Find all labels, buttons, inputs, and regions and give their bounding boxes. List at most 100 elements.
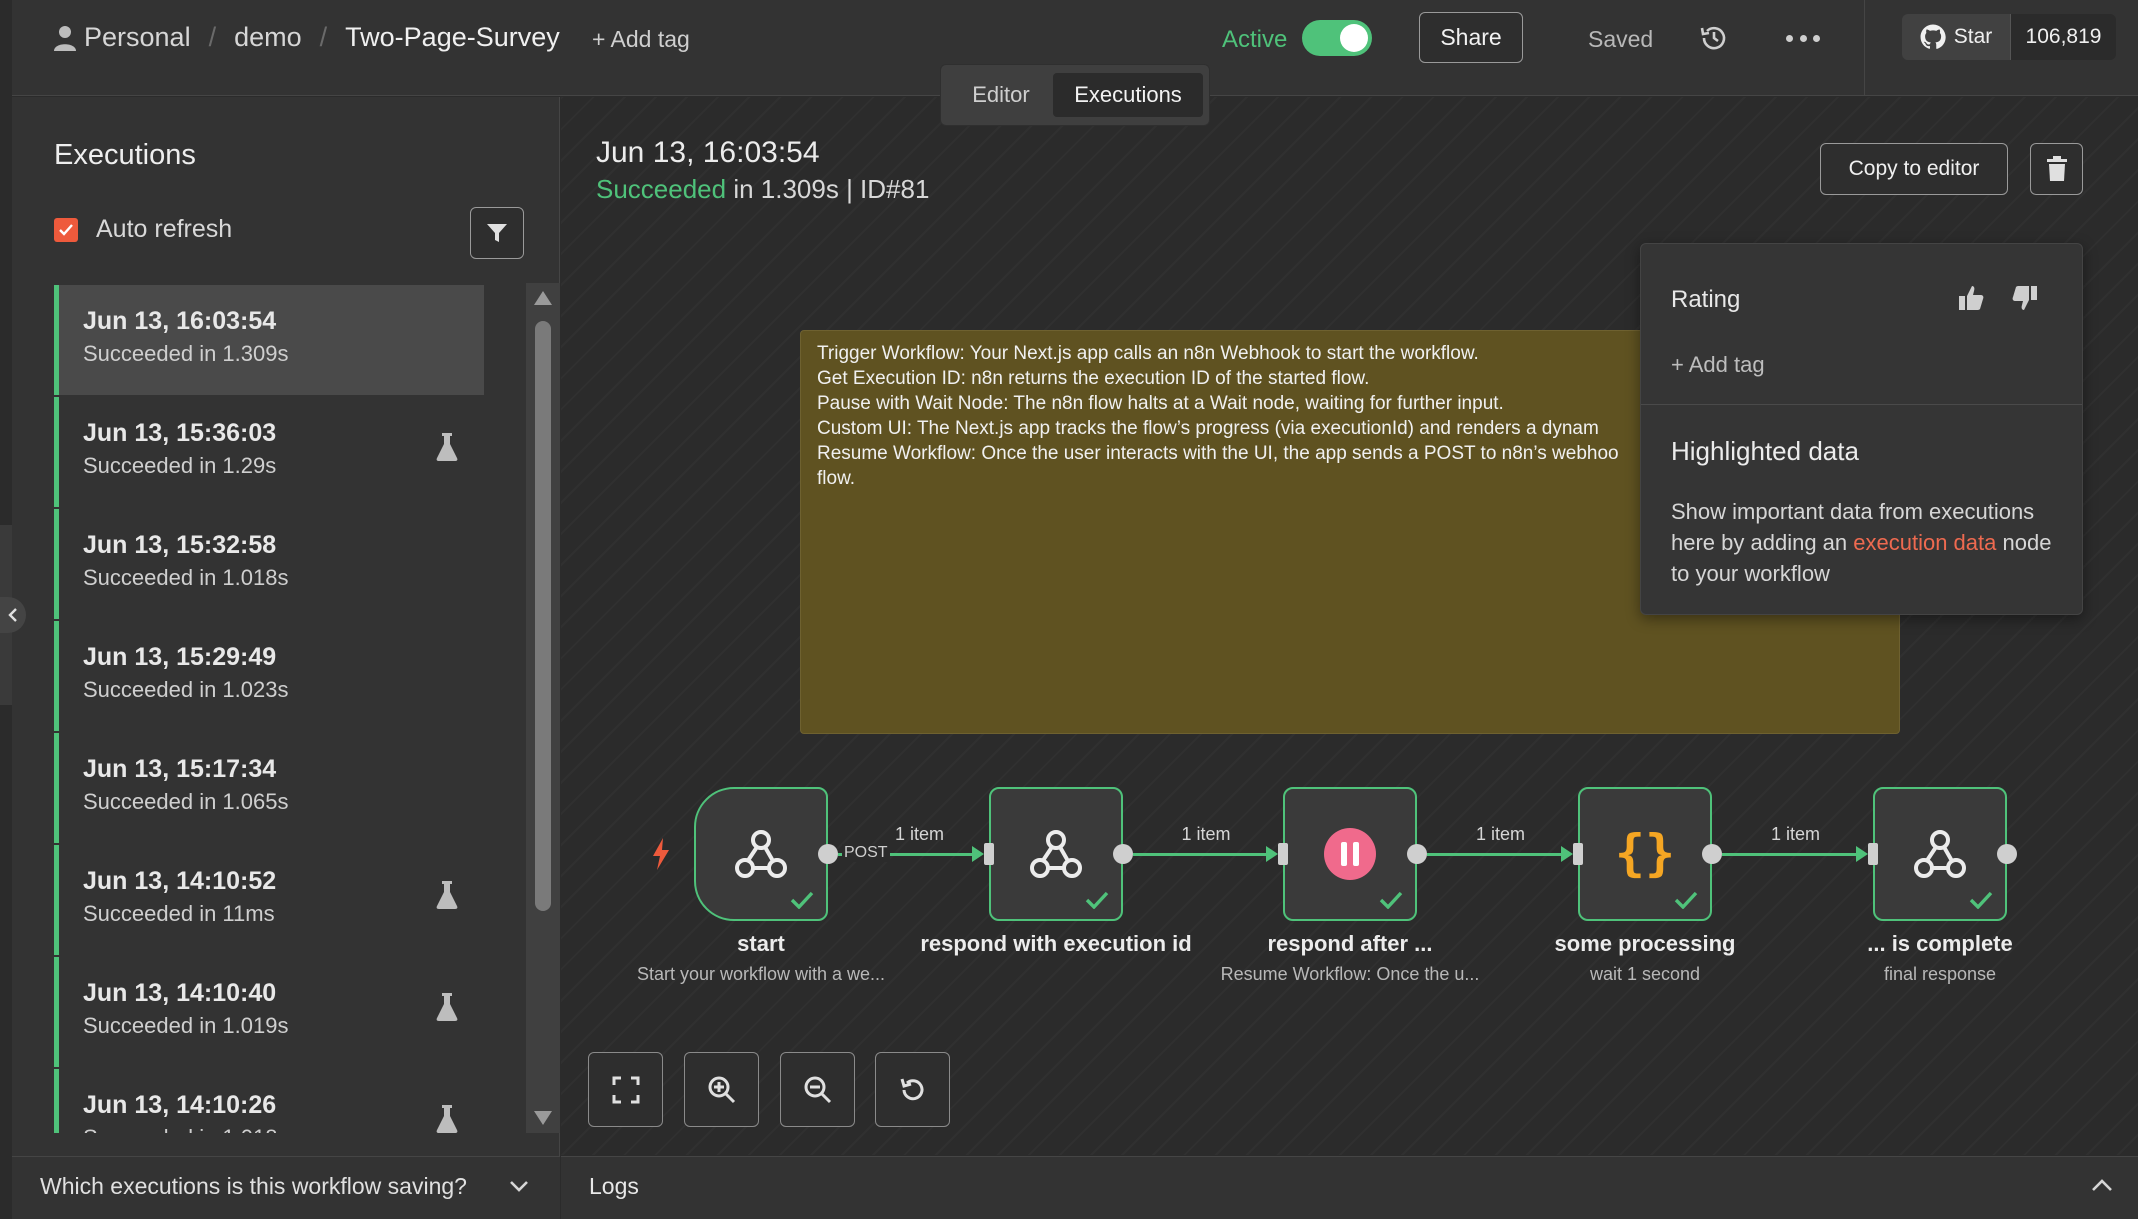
auto-refresh[interactable]: Auto refresh: [54, 215, 232, 244]
node-output-port[interactable]: [1113, 844, 1133, 864]
scroll-up-icon[interactable]: [534, 291, 552, 305]
execution-item-date: Jun 13, 15:29:49: [83, 643, 277, 671]
reset-icon: [900, 1078, 923, 1100]
execution-list-item[interactable]: Jun 13, 14:10:26 Succeeded in 1.018s: [54, 1069, 484, 1133]
tab-editor[interactable]: Editor: [949, 73, 1053, 117]
chevron-left-icon: [8, 608, 17, 622]
post-method-label: POST: [842, 844, 890, 862]
filter-button[interactable]: [470, 207, 524, 259]
workflow-node[interactable]: [1283, 787, 1417, 921]
success-check-icon: [1969, 891, 1993, 909]
connection-item-count: 1 item: [1181, 824, 1231, 844]
github-icon: [1920, 24, 1946, 49]
fit-view-button[interactable]: [588, 1052, 663, 1127]
copy-to-editor-button[interactable]: Copy to editor: [1820, 143, 2008, 195]
node-output-port[interactable]: [1997, 844, 2017, 864]
execution-data-link[interactable]: execution data: [1853, 530, 1996, 555]
view-switcher: Editor Executions: [940, 64, 1210, 126]
workflow-node[interactable]: [989, 787, 1123, 921]
execution-list-item[interactable]: Jun 13, 15:32:58 Succeeded in 1.018s: [54, 509, 484, 619]
saved-status: Saved: [1588, 26, 1654, 52]
success-check-icon: [1674, 891, 1698, 909]
more-options-icon[interactable]: [1786, 22, 1820, 54]
success-check-icon: [1379, 891, 1403, 909]
scrollbar[interactable]: [526, 283, 560, 1133]
execution-list-item[interactable]: Jun 13, 16:03:54 Succeeded in 1.309s: [54, 285, 484, 395]
logs-label: Logs: [589, 1173, 639, 1199]
thumbs-down-icon[interactable]: [2011, 284, 2039, 312]
add-tag-button[interactable]: + Add tag: [1671, 352, 1765, 378]
saving-settings-footer[interactable]: Which executions is this workflow saving…: [12, 1156, 560, 1219]
flask-icon: [436, 993, 458, 1021]
webhook-icon: [1030, 830, 1082, 878]
node-output-port[interactable]: [1702, 844, 1722, 864]
node-output-port[interactable]: [818, 844, 838, 864]
breadcrumb-separator: /: [319, 22, 328, 52]
scroll-down-icon[interactable]: [534, 1111, 552, 1125]
execution-item-date: Jun 13, 15:17:34: [83, 755, 277, 783]
breadcrumb-personal[interactable]: Personal: [84, 22, 191, 53]
node-subtitle: Start your workflow with a we...: [636, 964, 886, 984]
panel-title: Executions: [54, 139, 196, 171]
execution-item-status: Succeeded in 1.018s: [83, 565, 289, 590]
logs-panel-bar[interactable]: Logs: [561, 1156, 2138, 1219]
user-icon: [54, 25, 76, 51]
active-label: Active: [1222, 26, 1288, 53]
execution-list-item[interactable]: Jun 13, 14:10:40 Succeeded in 1.019s: [54, 957, 484, 1067]
node-input-port[interactable]: [1868, 843, 1878, 865]
execution-list-item[interactable]: Jun 13, 15:17:34 Succeeded in 1.065s: [54, 733, 484, 843]
share-button[interactable]: Share: [1419, 12, 1523, 63]
connection-arrow: [1266, 846, 1278, 862]
connection-line[interactable]: [1133, 853, 1268, 856]
execution-item-status: Succeeded in 1.065s: [83, 789, 289, 814]
workflow-node[interactable]: [694, 787, 828, 921]
execution-item-date: Jun 13, 14:10:40: [83, 979, 277, 1007]
execution-item-date: Jun 13, 14:10:26: [83, 1091, 277, 1119]
github-star-button[interactable]: Star 106,819: [1902, 14, 2116, 60]
add-tag-button[interactable]: + Add tag: [592, 26, 690, 53]
active-toggle[interactable]: [1302, 20, 1372, 56]
execution-item-date: Jun 13, 14:10:52: [83, 867, 277, 895]
connection-line[interactable]: [1722, 853, 1858, 856]
node-input-port[interactable]: [1278, 843, 1288, 865]
chevron-down-icon[interactable]: [508, 1175, 530, 1197]
github-star-count: 106,819: [2010, 14, 2116, 60]
workflow-node[interactable]: [1873, 787, 2007, 921]
execution-list-item[interactable]: Jun 13, 15:29:49 Succeeded in 1.023s: [54, 621, 484, 731]
tab-executions[interactable]: Executions: [1053, 73, 1203, 117]
executions-panel: Executions Auto refresh Jun 13, 16:03:54…: [12, 97, 560, 1157]
execution-status: Succeeded: [596, 174, 727, 204]
execution-list-item[interactable]: Jun 13, 15:36:03 Succeeded in 1.29s: [54, 397, 484, 507]
connection-arrow: [1856, 846, 1868, 862]
zoom-in-button[interactable]: [684, 1052, 759, 1127]
delete-execution-button[interactable]: [2030, 143, 2083, 195]
workflow-name[interactable]: Two-Page-Survey: [345, 22, 560, 53]
rating-label: Rating: [1671, 286, 1741, 313]
highlighted-data-title: Highlighted data: [1671, 436, 1859, 466]
zoom-in-icon: [708, 1076, 735, 1103]
reset-zoom-button[interactable]: [875, 1052, 950, 1127]
thumbs-up-icon[interactable]: [1957, 284, 1985, 312]
webhook-icon: [735, 830, 787, 878]
connection-arrow: [1561, 846, 1573, 862]
execution-list-item[interactable]: Jun 13, 14:10:52 Succeeded in 11ms: [54, 845, 484, 955]
breadcrumb-demo[interactable]: demo: [234, 22, 302, 53]
node-input-port[interactable]: [984, 843, 994, 865]
chevron-up-icon[interactable]: [2090, 1175, 2114, 1197]
toggle-knob: [1340, 24, 1368, 52]
history-icon[interactable]: [1698, 22, 1730, 54]
zoom-out-button[interactable]: [780, 1052, 855, 1127]
workflow-node[interactable]: {}: [1578, 787, 1712, 921]
execution-item-status: Succeeded in 1.023s: [83, 677, 289, 702]
scrollbar-thumb[interactable]: [535, 321, 551, 911]
node-output-port[interactable]: [1407, 844, 1427, 864]
auto-refresh-checkbox[interactable]: [54, 217, 78, 242]
execution-date: Jun 13, 16:03:54: [596, 136, 820, 169]
flask-icon: [436, 881, 458, 909]
connection-line[interactable]: [1427, 853, 1563, 856]
breadcrumb: Personal / demo / Two-Page-Survey: [54, 22, 560, 53]
node-input-port[interactable]: [1573, 843, 1583, 865]
zoom-out-icon: [804, 1076, 831, 1103]
connection-item-count: 1 item: [1476, 824, 1526, 844]
executions-list: Jun 13, 16:03:54 Succeeded in 1.309s Jun 1…: [54, 285, 484, 1133]
